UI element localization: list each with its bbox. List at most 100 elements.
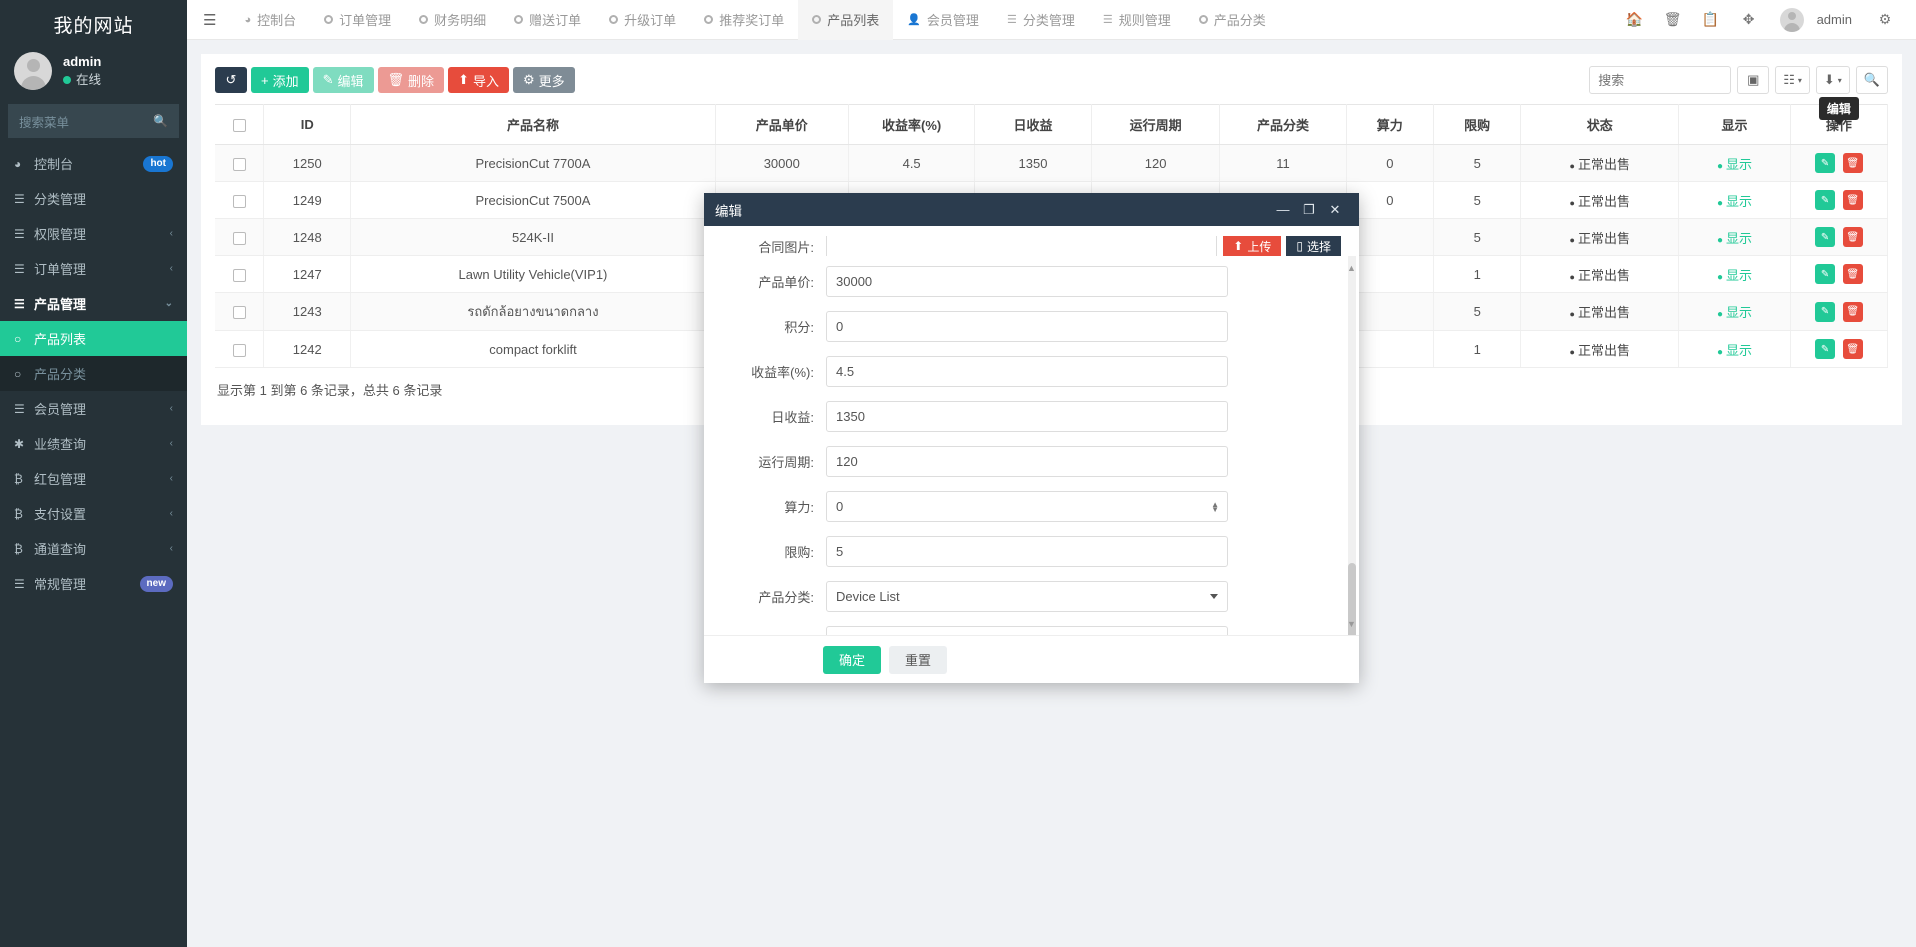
row-checkbox-cell[interactable]	[215, 182, 264, 219]
select-all-checkbox[interactable]	[233, 119, 246, 132]
power-stepper[interactable]	[826, 491, 1228, 522]
gear-icon[interactable]: ⚙	[1868, 0, 1902, 40]
sidebar-item-dashboard[interactable]: ◕ 控制台 hot	[0, 146, 187, 181]
sidebar-item-product[interactable]: ☰ 产品管理 ⌄	[0, 286, 187, 321]
sidebar-item-performance[interactable]: ✱ 业绩查询 ‹	[0, 426, 187, 461]
sidebar-item-general[interactable]: ☰ 常规管理 new	[0, 566, 187, 601]
sidebar-item-member[interactable]: ☰ 会员管理 ‹	[0, 391, 187, 426]
menu-toggle-icon[interactable]: ☰	[187, 11, 230, 29]
row-checkbox[interactable]	[233, 344, 246, 357]
trash-icon[interactable]: 🗑	[1656, 0, 1690, 40]
row-edit-button[interactable]: ✎	[1815, 190, 1835, 210]
close-icon[interactable]: ✕	[1322, 202, 1348, 218]
limit-input[interactable]	[826, 536, 1228, 567]
export-icon[interactable]: ⬇▾	[1816, 66, 1850, 94]
sidebar-item-product-category[interactable]: ○ 产品分类	[0, 356, 187, 391]
col-price[interactable]: 产品单价	[715, 105, 849, 145]
rate-input[interactable]	[826, 356, 1228, 387]
col-cycle[interactable]: 运行周期	[1091, 105, 1220, 145]
cycle-input[interactable]	[826, 446, 1228, 477]
sidebar-item-channel[interactable]: ₿ 通道查询 ‹	[0, 531, 187, 566]
tab-member-manage[interactable]: 👤 会员管理	[893, 0, 993, 40]
col-name[interactable]: 产品名称	[351, 105, 715, 145]
contract-image-input[interactable]	[826, 236, 1217, 256]
tab-upgrade-order[interactable]: 升级订单	[595, 0, 690, 40]
copy-icon[interactable]: 📋	[1694, 0, 1728, 40]
col-limit[interactable]: 限购	[1434, 105, 1521, 145]
scroll-down-icon[interactable]: ▼	[1346, 619, 1357, 629]
refresh-button[interactable]: ↺	[215, 67, 247, 93]
tab-category-manage[interactable]: ☰ 分类管理	[993, 0, 1089, 40]
confirm-button[interactable]: 确定	[823, 646, 881, 674]
maximize-icon[interactable]: ❐	[1296, 202, 1322, 218]
col-category[interactable]: 产品分类	[1220, 105, 1346, 145]
row-edit-button[interactable]: ✎	[1815, 153, 1835, 173]
row-checkbox-cell[interactable]	[215, 293, 264, 331]
col-daily[interactable]: 日收益	[975, 105, 1092, 145]
price-input[interactable]	[826, 266, 1228, 297]
row-delete-button[interactable]: 🗑	[1843, 339, 1863, 359]
columns-icon[interactable]: ☷▾	[1775, 66, 1810, 94]
fullscreen-icon[interactable]: ✥	[1732, 0, 1766, 40]
tab-product-category[interactable]: 产品分类	[1185, 0, 1280, 40]
row-checkbox-cell[interactable]	[215, 219, 264, 256]
search-input[interactable]	[1589, 66, 1731, 94]
select-file-button[interactable]: ▯ 选择	[1286, 236, 1341, 256]
row-checkbox[interactable]	[233, 269, 246, 282]
status-select[interactable]: 正常	[826, 626, 1228, 635]
col-rate[interactable]: 收益率(%)	[849, 105, 975, 145]
stepper-arrows-icon[interactable]: ▲▼	[1211, 502, 1219, 512]
tab-dashboard[interactable]: ◕ 控制台	[230, 0, 310, 40]
select-all-header[interactable]	[215, 105, 264, 145]
row-delete-button[interactable]: 🗑	[1843, 153, 1863, 173]
row-checkbox-cell[interactable]	[215, 145, 264, 182]
sidebar-item-category[interactable]: ☰ 分类管理	[0, 181, 187, 216]
more-button[interactable]: ⚙ 更多	[513, 67, 575, 93]
row-delete-button[interactable]: 🗑	[1843, 302, 1863, 322]
col-status[interactable]: 状态	[1521, 105, 1679, 145]
delete-button[interactable]: 🗑 删除	[378, 67, 445, 93]
row-edit-button[interactable]: ✎	[1815, 339, 1835, 359]
menu-search-input[interactable]: 搜索菜单 🔍	[8, 104, 179, 138]
sidebar-item-payment[interactable]: ₿ 支付设置 ‹	[0, 496, 187, 531]
minimize-icon[interactable]: —	[1270, 202, 1296, 217]
category-select[interactable]: Device List	[826, 581, 1228, 612]
scroll-up-icon[interactable]: ▲	[1346, 263, 1357, 273]
reset-button[interactable]: 重置	[889, 646, 947, 674]
tab-rule-manage[interactable]: ☰ 规则管理	[1089, 0, 1185, 40]
row-checkbox-cell[interactable]	[215, 256, 264, 293]
table-row[interactable]: 1250 PrecisionCut 7700A 30000 4.5 1350 1…	[215, 145, 1888, 182]
row-delete-button[interactable]: 🗑	[1843, 190, 1863, 210]
col-power[interactable]: 算力	[1346, 105, 1433, 145]
row-checkbox[interactable]	[233, 306, 246, 319]
row-edit-button[interactable]: ✎	[1815, 264, 1835, 284]
tab-gift-order[interactable]: 赠送订单	[500, 0, 595, 40]
sidebar-item-redpacket[interactable]: ₿ 红包管理 ‹	[0, 461, 187, 496]
col-id[interactable]: ID	[264, 105, 351, 145]
row-checkbox[interactable]	[233, 232, 246, 245]
upload-button[interactable]: ⬆ 上传	[1223, 236, 1281, 256]
tab-finance-detail[interactable]: 财务明细	[405, 0, 500, 40]
row-delete-button[interactable]: 🗑	[1843, 264, 1863, 284]
row-delete-button[interactable]: 🗑	[1843, 227, 1863, 247]
row-checkbox-cell[interactable]	[215, 331, 264, 368]
row-checkbox[interactable]	[233, 195, 246, 208]
sidebar-item-order[interactable]: ☰ 订单管理 ‹	[0, 251, 187, 286]
home-icon[interactable]: 🏠	[1618, 0, 1652, 40]
row-edit-button[interactable]: ✎	[1815, 302, 1835, 322]
daily-income-input[interactable]	[826, 401, 1228, 432]
points-input[interactable]	[826, 311, 1228, 342]
row-edit-button[interactable]: ✎	[1815, 227, 1835, 247]
sidebar-item-permission[interactable]: ☰ 权限管理 ‹	[0, 216, 187, 251]
col-display[interactable]: 显示	[1679, 105, 1791, 145]
sidebar-item-product-list[interactable]: ○ 产品列表	[0, 321, 187, 356]
fullscreen-table-icon[interactable]: ▣	[1737, 66, 1769, 94]
search-icon[interactable]: 🔍	[1856, 66, 1888, 94]
col-action[interactable]: 操作 编辑	[1790, 105, 1887, 145]
tab-order-manage[interactable]: 订单管理	[310, 0, 405, 40]
add-button[interactable]: + 添加	[251, 67, 309, 93]
edit-button[interactable]: ✎ 编辑	[313, 67, 374, 93]
tab-product-list[interactable]: 产品列表	[798, 0, 893, 40]
import-button[interactable]: ⬆ 导入	[448, 67, 509, 93]
tab-referral-order[interactable]: 推荐奖订单	[690, 0, 798, 40]
